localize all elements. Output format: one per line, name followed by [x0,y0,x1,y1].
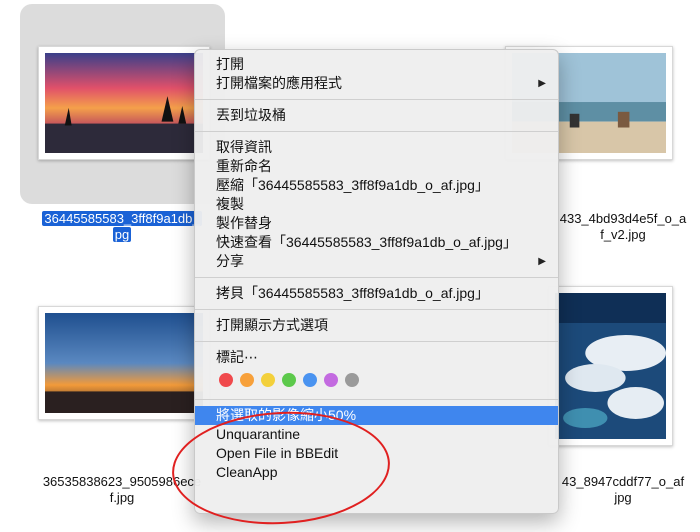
menu-separator [195,277,558,278]
submenu-arrow-icon: ▶ [538,256,546,267]
submenu-arrow-icon: ▶ [538,78,546,89]
menu-separator [195,399,558,400]
menu-item-open[interactable]: 打開 [195,55,558,74]
menu-item-open-with[interactable]: 打開檔案的應用程式 ▶ [195,74,558,93]
tag-purple-dot[interactable] [324,373,338,387]
file-thumbnail-aerial-clouds[interactable] [548,286,673,446]
menu-item-make-alias[interactable]: 製作替身 [195,214,558,233]
menu-separator [195,341,558,342]
menu-item-get-info[interactable]: 取得資訊 [195,138,558,157]
tag-red-dot[interactable] [219,373,233,387]
sunset-sailboats-image [45,53,203,153]
file-name-top-right[interactable]: 433_4bd93d4e5f_o_a f_v2.jpg [548,211,698,243]
menu-item-copy[interactable]: 拷貝「36445585583_3ff8f9a1db_o_af.jpg」 [195,284,558,303]
file-name-bottom-right[interactable]: 43_8947cddf77_o_af jpg [548,474,698,506]
tag-blue-dot[interactable] [303,373,317,387]
tag-green-dot[interactable] [282,373,296,387]
menu-item-service-cleanapp[interactable]: CleanApp [195,463,558,482]
sunset-silhouettes-image [45,313,203,413]
menu-item-service-open-in-bbedit[interactable]: Open File in BBEdit [195,444,558,463]
menu-item-tags[interactable]: 標記⋯ [195,348,558,367]
menu-separator [195,309,558,310]
menu-item-duplicate[interactable]: 複製 [195,195,558,214]
menu-item-quick-look[interactable]: 快速查看「36445585583_3ff8f9a1db_o_af.jpg」 [195,233,558,252]
menu-item-service-unquarantine[interactable]: Unquarantine [195,425,558,444]
tag-color-row [195,367,558,393]
context-menu: 打開 打開檔案的應用程式 ▶ 丟到垃圾桶 取得資訊 重新命名 壓縮「364455… [194,49,559,514]
file-thumbnail-sunset-sailboats[interactable] [38,46,210,160]
menu-item-compress[interactable]: 壓縮「36445585583_3ff8f9a1db_o_af.jpg」 [195,176,558,195]
aerial-clouds-image [555,293,666,439]
file-thumbnail-sunset-silhouettes[interactable] [38,306,210,420]
menu-item-move-to-trash[interactable]: 丟到垃圾桶 [195,106,558,125]
tag-orange-dot[interactable] [240,373,254,387]
menu-item-rename[interactable]: 重新命名 [195,157,558,176]
menu-separator [195,99,558,100]
menu-item-show-view-options[interactable]: 打開顯示方式選項 [195,316,558,335]
menu-item-share[interactable]: 分享 ▶ [195,252,558,271]
tag-gray-dot[interactable] [345,373,359,387]
menu-separator [195,131,558,132]
tag-yellow-dot[interactable] [261,373,275,387]
menu-item-service-resize-50[interactable]: 將選取的影像縮小50% [195,406,558,425]
